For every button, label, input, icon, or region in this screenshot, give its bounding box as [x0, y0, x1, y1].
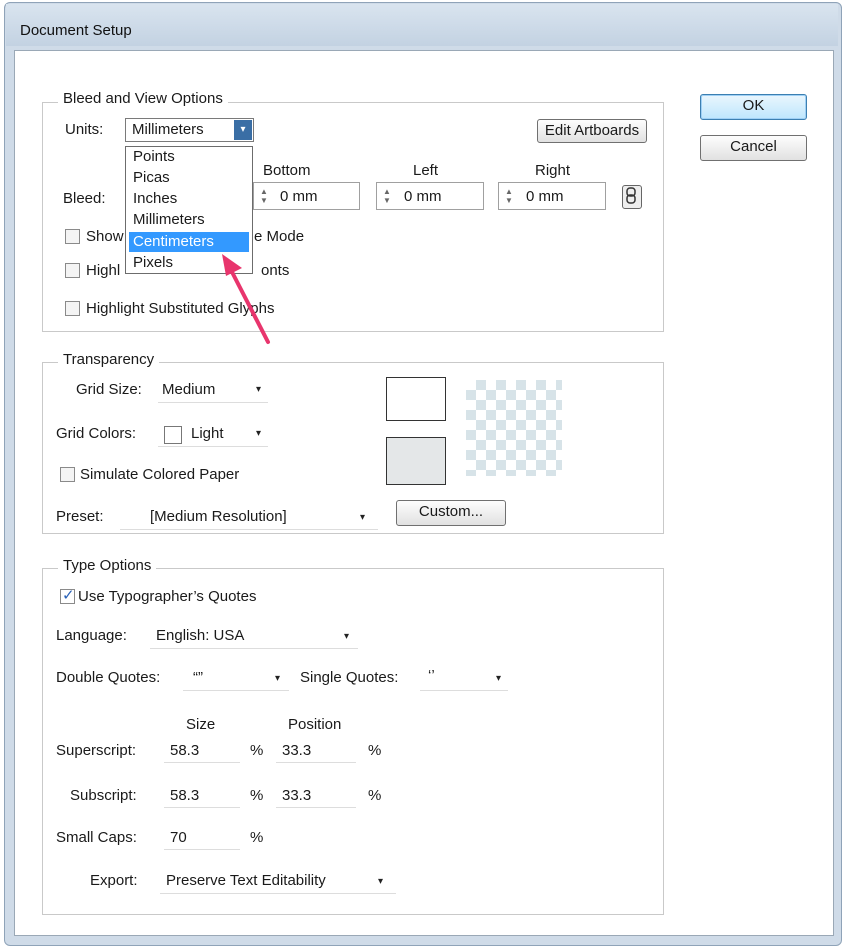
red-arrow-pointer-icon	[222, 254, 270, 344]
superscript-size-value: 58.3	[170, 742, 200, 759]
spinner-arrows-icon[interactable]: ▲ ▼	[381, 183, 393, 209]
paper-color-swatch[interactable]	[386, 437, 446, 485]
export-label: Export:	[90, 872, 138, 889]
spinner-arrows-icon[interactable]: ▲ ▼	[503, 183, 515, 209]
grid-size-value: Medium	[162, 381, 216, 398]
edit-artboards-button[interactable]: Edit Artboards	[537, 119, 647, 143]
superscript-position-percent: %	[368, 742, 382, 759]
subscript-position-value: 33.3	[282, 787, 312, 804]
subscript-position-percent: %	[368, 787, 382, 804]
grid-color-swatch	[164, 426, 182, 444]
preset-label: Preset:	[56, 508, 104, 525]
language-label: Language:	[56, 627, 127, 644]
grid-colors-select[interactable]: Light ▾	[158, 422, 268, 447]
units-option-millimeters[interactable]: Millimeters	[129, 210, 249, 230]
subscript-position-field[interactable]: 33.3	[276, 783, 356, 808]
language-value: English: USA	[156, 627, 245, 644]
subscript-label: Subscript:	[70, 787, 137, 804]
custom-button[interactable]: Custom...	[396, 500, 506, 526]
small-caps-value: 70	[170, 829, 187, 846]
small-caps-field[interactable]: 70	[164, 825, 240, 850]
show-images-label-start: Show	[86, 228, 124, 245]
chevron-down-icon: ▾	[360, 512, 366, 523]
units-label: Units:	[65, 121, 104, 138]
units-select[interactable]: Millimeters ▾	[125, 118, 254, 142]
size-column-header: Size	[186, 716, 216, 733]
type-options-legend: Type Options	[58, 557, 157, 574]
single-quotes-select[interactable]: ‘’ ▾	[420, 666, 508, 691]
chevron-down-icon: ▾	[496, 673, 502, 684]
superscript-position-value: 33.3	[282, 742, 312, 759]
language-select[interactable]: English: USA ▾	[150, 624, 358, 649]
units-option-inches[interactable]: Inches	[129, 189, 249, 209]
bleed-label: Bleed:	[63, 190, 106, 207]
chevron-down-icon: ▾	[344, 631, 350, 642]
units-option-picas[interactable]: Picas	[129, 168, 249, 188]
double-quotes-label: Double Quotes:	[56, 669, 161, 686]
show-images-label-end: e Mode	[254, 228, 305, 245]
bleed-right-field[interactable]: ▲ ▼ 0 mm	[498, 182, 606, 210]
bleed-bottom-field[interactable]: ▲ ▼ 0 mm	[253, 182, 360, 210]
units-select-value: Millimeters	[132, 121, 204, 138]
spinner-arrows-icon[interactable]: ▲ ▼	[258, 183, 270, 209]
highlight-fonts-label-start: Highl	[86, 262, 121, 279]
artboard-color-swatch[interactable]	[386, 377, 446, 421]
double-quotes-value: “”	[193, 669, 203, 686]
show-images-checkbox[interactable]	[65, 229, 80, 244]
simulate-paper-label: Simulate Colored Paper	[80, 466, 240, 483]
bleed-bottom-value: 0 mm	[280, 188, 318, 205]
single-quotes-value: ‘’	[428, 667, 435, 684]
chevron-down-icon: ▾	[275, 673, 281, 684]
double-quotes-select[interactable]: “” ▾	[183, 666, 289, 691]
grid-colors-value: Light	[191, 425, 224, 442]
units-option-points[interactable]: Points	[129, 147, 249, 167]
typographers-quotes-checkbox[interactable]: ✓	[60, 587, 75, 604]
chevron-down-icon: ▾	[378, 876, 384, 887]
bleed-left-value: 0 mm	[404, 188, 442, 205]
grid-size-select[interactable]: Medium ▾	[158, 378, 268, 403]
grid-colors-label: Grid Colors:	[56, 425, 137, 442]
chevron-down-icon: ▾	[256, 384, 262, 395]
chevron-down-icon: ▾	[256, 428, 262, 439]
right-column-header: Right	[535, 162, 571, 179]
superscript-label: Superscript:	[56, 742, 137, 759]
small-caps-label: Small Caps:	[56, 829, 137, 846]
transparency-grid-preview	[466, 380, 562, 476]
bottom-column-header: Bottom	[263, 162, 311, 179]
single-quotes-label: Single Quotes:	[300, 669, 399, 686]
highlight-glyphs-checkbox[interactable]	[65, 301, 80, 316]
simulate-paper-checkbox[interactable]	[60, 467, 75, 482]
grid-size-label: Grid Size:	[76, 381, 142, 398]
highlight-fonts-checkbox[interactable]	[65, 263, 80, 278]
transparency-legend: Transparency	[58, 351, 160, 368]
chevron-down-icon: ▾	[234, 120, 252, 140]
subscript-size-percent: %	[250, 787, 264, 804]
checkmark-icon: ✓	[62, 587, 75, 604]
position-column-header: Position	[288, 716, 342, 733]
window-title: Document Setup	[20, 22, 132, 39]
chain-link-icon[interactable]	[622, 185, 642, 209]
subscript-size-field[interactable]: 58.3	[164, 783, 240, 808]
ok-button[interactable]: OK	[700, 94, 807, 120]
units-option-centimeters[interactable]: Centimeters	[129, 232, 249, 252]
export-value: Preserve Text Editability	[166, 872, 326, 889]
superscript-size-percent: %	[250, 742, 264, 759]
export-select[interactable]: Preserve Text Editability ▾	[160, 869, 396, 894]
superscript-position-field[interactable]: 33.3	[276, 738, 356, 763]
cancel-button[interactable]: Cancel	[700, 135, 807, 161]
preset-select[interactable]: [Medium Resolution] ▾	[120, 505, 378, 530]
left-column-header: Left	[413, 162, 439, 179]
subscript-size-value: 58.3	[170, 787, 200, 804]
superscript-size-field[interactable]: 58.3	[164, 738, 240, 763]
preset-value: [Medium Resolution]	[150, 508, 287, 525]
bleed-right-value: 0 mm	[526, 188, 564, 205]
bleed-view-legend: Bleed and View Options	[58, 90, 228, 107]
typographers-quotes-label: Use Typographer’s Quotes	[78, 588, 257, 605]
bleed-left-field[interactable]: ▲ ▼ 0 mm	[376, 182, 484, 210]
small-caps-percent: %	[250, 829, 264, 846]
